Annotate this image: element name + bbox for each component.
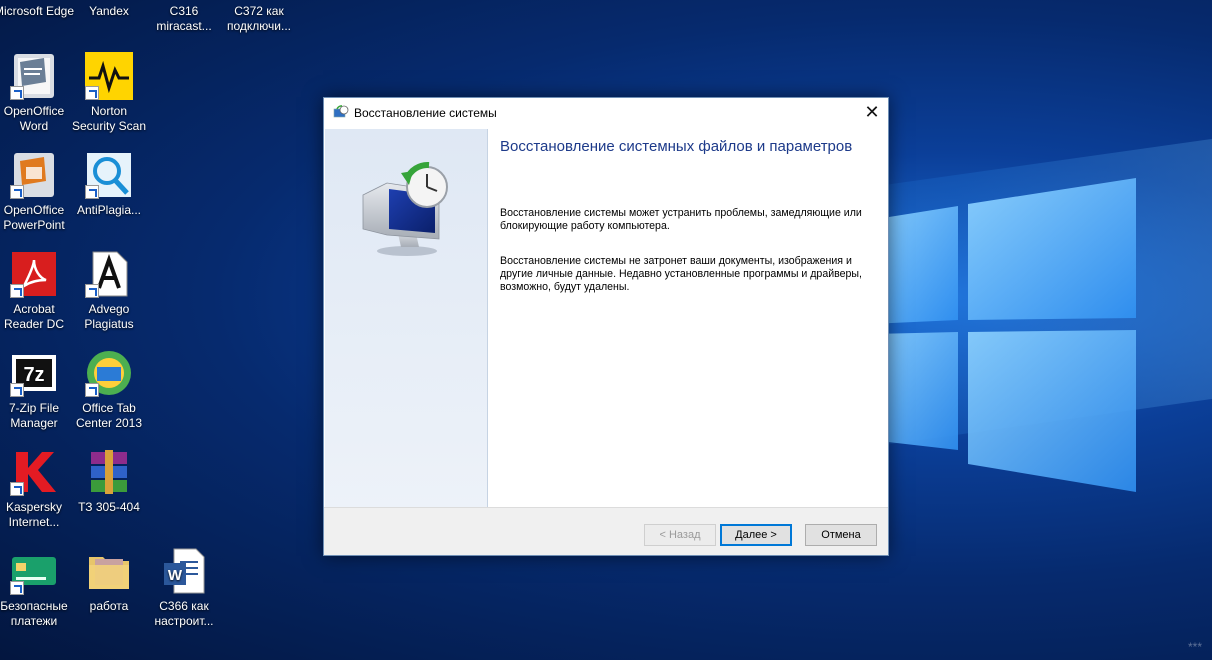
svg-text:W: W — [168, 567, 183, 584]
close-button[interactable]: ✕ — [856, 98, 888, 128]
shortcut-arrow-icon — [85, 383, 99, 397]
next-button[interactable]: Далее > — [720, 524, 792, 546]
office-tab-icon — [85, 349, 133, 397]
desktop-icon-yandex[interactable]: Yandex — [68, 4, 150, 19]
desktop-icon-label: OpenOffice PowerPoint — [3, 203, 65, 232]
desktop-icon-norton[interactable]: Norton Security Scan — [68, 52, 150, 134]
winrar-icon — [85, 448, 133, 496]
7zip-icon: 7z — [10, 349, 58, 397]
word-document-icon: W — [160, 547, 208, 595]
windows-logo-wallpaper — [870, 178, 1136, 492]
desktop-icon-label: Office Tab Center 2013 — [75, 401, 143, 430]
desktop-icon-label: Advego Plagiatus — [84, 302, 134, 331]
shortcut-arrow-icon — [85, 185, 99, 199]
desktop-icon-label: 7-Zip File Manager — [8, 401, 59, 430]
shortcut-arrow-icon — [10, 185, 24, 199]
desktop-icon-safe-payments[interactable]: Безопасные платежи — [0, 547, 75, 629]
desktop-icon-label: С372 как подключи... — [227, 4, 291, 33]
wizard-description-1: Восстановление системы может устранить п… — [500, 207, 862, 232]
shortcut-arrow-icon — [10, 86, 24, 100]
close-icon: ✕ — [864, 102, 880, 122]
kaspersky-icon — [10, 448, 58, 496]
desktop-icon-label: Kaspersky Internet... — [5, 500, 63, 529]
desktop-icon-label: Безопасные платежи — [0, 599, 68, 628]
desktop-icon-label: AntiPlagia... — [76, 203, 142, 217]
desktop-icon-antiplagiat[interactable]: AntiPlagia... — [68, 151, 150, 218]
shortcut-arrow-icon — [85, 284, 99, 298]
desktop-icon-label: работа — [89, 599, 129, 613]
dialog-titlebar[interactable]: Восстановление системы ✕ — [324, 98, 888, 129]
desktop-icon-advego[interactable]: Advego Plagiatus — [68, 250, 150, 332]
advego-icon — [85, 250, 133, 298]
wizard-side-panel — [325, 129, 488, 508]
desktop-icon-label: Microsoft Edge — [0, 4, 75, 18]
shortcut-arrow-icon — [10, 581, 24, 595]
desktop-icon-c316[interactable]: С316 miracast... — [143, 4, 225, 34]
shortcut-arrow-icon — [10, 383, 24, 397]
norton-icon — [85, 52, 133, 100]
desktop-icon-folder-rabota[interactable]: работа — [68, 547, 150, 614]
acrobat-icon — [10, 250, 58, 298]
system-restore-dialog: Восстановление системы ✕ Восстановление … — [323, 97, 889, 556]
openoffice-impress-icon — [10, 151, 58, 199]
system-restore-illustration-icon — [362, 161, 448, 256]
desktop-icon-label: С366 как настроит... — [154, 599, 214, 628]
desktop-icon-label: OpenOffice Word — [3, 104, 65, 133]
dialog-title: Восстановление системы — [354, 106, 497, 120]
desktop-icon-kaspersky[interactable]: Kaspersky Internet... — [0, 448, 75, 530]
desktop-icon-c372[interactable]: С372 как подключи... — [218, 4, 300, 34]
desktop-icon-label: Acrobat Reader DC — [3, 302, 65, 331]
desktop-icon-7zip[interactable]: 7z 7-Zip File Manager — [0, 349, 75, 431]
desktop-icon-openoffice-powerpoint[interactable]: OpenOffice PowerPoint — [0, 151, 75, 233]
safe-payments-icon — [10, 547, 58, 595]
desktop-icon-label: С316 miracast... — [156, 4, 212, 33]
svg-text:7z: 7z — [23, 364, 44, 386]
desktop-icon-acrobat[interactable]: Acrobat Reader DC — [0, 250, 75, 332]
antiplagiat-icon — [85, 151, 133, 199]
desktop-icon-label: ТЗ 305-404 — [78, 500, 140, 514]
shortcut-arrow-icon — [85, 86, 99, 100]
wizard-heading: Восстановление системных файлов и параме… — [500, 138, 853, 155]
desktop-icon-label: Yandex — [89, 4, 129, 18]
desktop-icon-c366[interactable]: W С366 как настроит... — [143, 547, 225, 629]
system-restore-icon — [333, 105, 349, 118]
desktop-icon-label: Norton Security Scan — [71, 104, 147, 133]
watermark: *** — [1187, 640, 1202, 654]
shortcut-arrow-icon — [10, 482, 24, 496]
openoffice-writer-icon — [10, 52, 58, 100]
desktop-icon-openoffice-word[interactable]: OpenOffice Word — [0, 52, 75, 134]
desktop-icon-microsoft-edge[interactable]: Microsoft Edge — [0, 4, 75, 19]
folder-icon — [85, 547, 133, 595]
wizard-description-2: Восстановление системы не затронет ваши … — [500, 255, 862, 293]
wizard-content: Восстановление системных файлов и параме… — [500, 129, 880, 294]
desktop-icon-office-tab[interactable]: Office Tab Center 2013 — [68, 349, 150, 431]
wizard-footer: < Назад Далее > Отмена — [324, 507, 888, 555]
back-button[interactable]: < Назад — [644, 524, 716, 546]
desktop-icon-winrar[interactable]: ТЗ 305-404 — [68, 448, 150, 515]
shortcut-arrow-icon — [10, 284, 24, 298]
cancel-button[interactable]: Отмена — [805, 524, 877, 546]
